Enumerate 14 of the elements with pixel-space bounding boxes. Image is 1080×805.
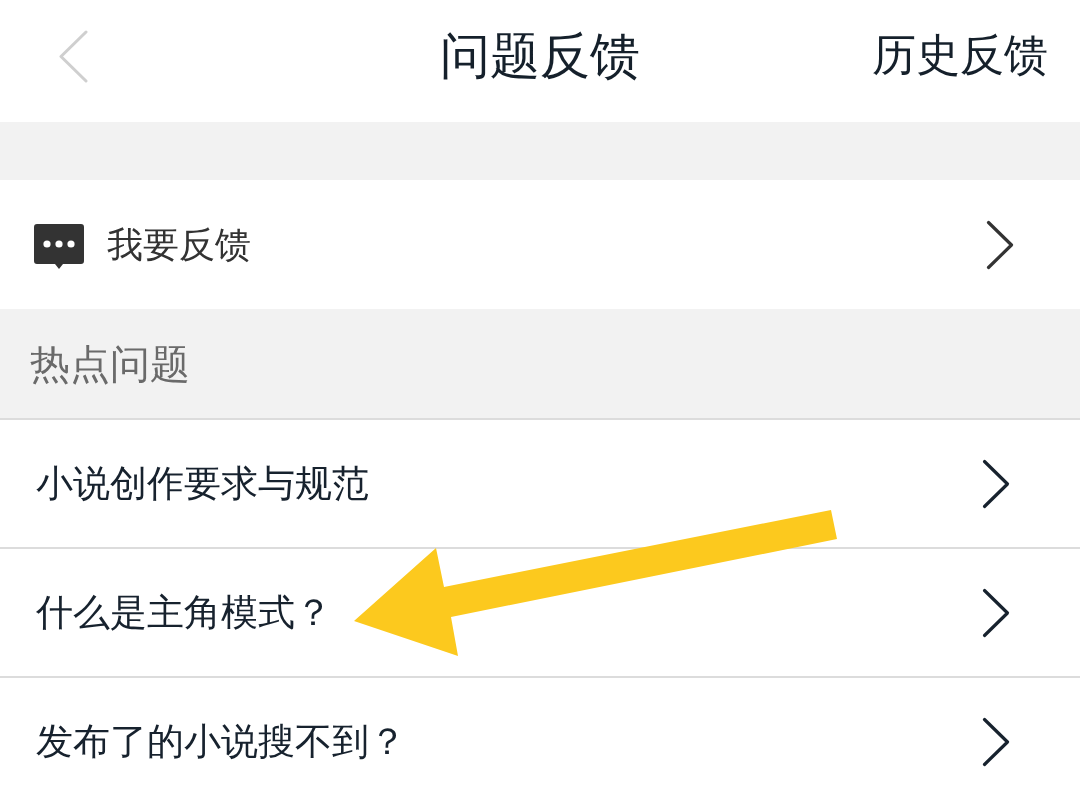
chevron-right-icon xyxy=(982,587,1010,638)
chevron-right-icon xyxy=(986,219,1014,270)
page-title: 问题反馈 xyxy=(440,26,640,86)
chevron-right-icon xyxy=(982,458,1010,509)
message-icon xyxy=(34,223,84,270)
chevron-right-icon xyxy=(982,716,1010,767)
question-item[interactable]: 什么是主角模式？ xyxy=(0,549,1080,676)
question-item[interactable]: 发布了的小说搜不到？ xyxy=(0,678,1080,805)
feedback-item[interactable]: 我要反馈 xyxy=(0,180,1080,309)
question-item[interactable]: 小说创作要求与规范 xyxy=(0,420,1080,547)
back-button[interactable] xyxy=(57,30,89,83)
section-title: 热点问题 xyxy=(30,339,190,389)
back-icon xyxy=(57,30,89,83)
history-feedback-link[interactable]: 历史反馈 xyxy=(872,27,1048,83)
